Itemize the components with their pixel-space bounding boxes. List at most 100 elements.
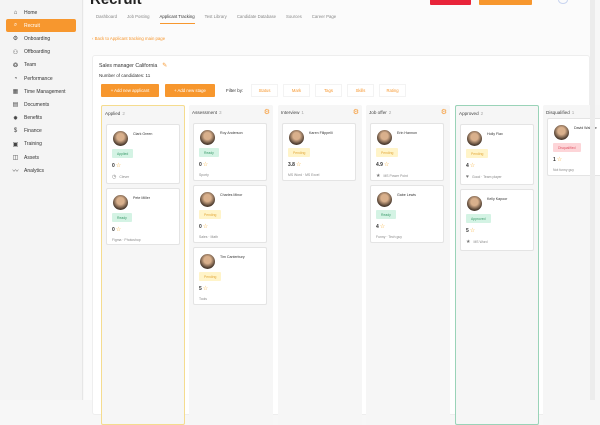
star-icon[interactable]: ☆ [470, 163, 475, 169]
rating: 4☆ [466, 162, 475, 169]
candidate-card[interactable]: Erin Hannon Pending 4.9☆ ★ MS Power Point [370, 123, 444, 181]
candidate-card[interactable]: Karen Filippelli Pending 3.8☆ MS Word · MS … [282, 123, 356, 181]
candidate-card[interactable]: Clark Green Applied 0☆ ◷ Clever [106, 124, 180, 184]
tab-job-posting[interactable]: Job Posting [127, 14, 149, 24]
tab-career-page[interactable]: Career Page [312, 14, 336, 24]
tags: MS Word · MS Excel [288, 173, 319, 177]
column-count: 3 [219, 110, 222, 115]
sidebar-item-onboarding[interactable]: ⚙ Onboarding [6, 32, 76, 45]
star-icon[interactable]: ☆ [116, 163, 121, 169]
candidate-card[interactable]: Pete Miller Ready 0☆ Figma · Photoshop [106, 188, 180, 245]
tab-applicant-tracking[interactable]: Applicant Tracking [159, 14, 195, 24]
avatar [200, 192, 215, 207]
tab-dashboard[interactable]: Dashboard [96, 14, 117, 24]
sidebar-item-time-management[interactable]: ▦ Time Management [6, 85, 76, 98]
finance-icon: $ [13, 128, 18, 135]
sidebar-item-label: Home [24, 9, 38, 16]
filter-mark[interactable]: Mark [283, 84, 310, 97]
sidebar-item-label: Benefits [24, 115, 43, 122]
sidebar-item-offboarding[interactable]: ⚇ Offboarding [6, 46, 76, 59]
column-approved: Approved 2 Holly Flax Pending 4☆ ♥ Good · Team… [455, 105, 539, 425]
column-count: 2 [388, 110, 392, 115]
sidebar-item-benefits[interactable]: ✸ Benefits [6, 112, 76, 125]
column-header: Job offer 2 [369, 110, 391, 115]
tags: Tools [199, 297, 207, 301]
rating: 0☆ [199, 223, 208, 230]
candidate-card[interactable]: Roy Anderson Ready 0☆ Sporty [193, 123, 267, 181]
analytics-icon: 〰 [12, 169, 19, 176]
column-header: Assessment 3 [192, 110, 222, 115]
filter-rating[interactable]: Rating [379, 84, 406, 97]
tabs: Dashboard Job Posting Applicant Tracking Te… [96, 14, 336, 24]
user-avatar[interactable] [558, 0, 568, 4]
tab-sources[interactable]: Sources [286, 14, 302, 24]
sidebar-item-training[interactable]: ▣ Training [6, 138, 76, 151]
star-icon[interactable]: ☆ [470, 228, 475, 234]
time-management-icon: ▦ [12, 89, 19, 96]
filter-tags[interactable]: Tags [315, 84, 342, 97]
star-icon[interactable]: ☆ [384, 162, 389, 168]
sidebar-item-label: Analytics [24, 167, 45, 174]
star-icon[interactable]: ☆ [203, 224, 208, 230]
orange-action-button[interactable] [479, 0, 532, 5]
sidebar-item-documents[interactable]: ▤ Documents [6, 98, 76, 111]
tags-text: Clever [119, 175, 130, 179]
rating-value: 4 [376, 224, 379, 230]
team-icon: ❂ [12, 62, 19, 69]
gear-icon[interactable]: ⚙ [264, 108, 270, 116]
star-icon[interactable]: ☆ [116, 227, 121, 233]
star-icon[interactable]: ☆ [296, 162, 301, 168]
rating-value: 0 [199, 224, 202, 230]
column-header: Interview 1 [281, 110, 304, 115]
sidebar-item-finance[interactable]: $ Finance [6, 125, 76, 138]
rating-value: 0 [112, 163, 115, 169]
add-stage-button[interactable]: + Add new stage [165, 84, 215, 97]
rating-value: 5 [199, 286, 202, 292]
gear-icon[interactable]: ⚙ [441, 108, 447, 116]
filter-status[interactable]: Status [251, 84, 278, 97]
sidebar-item-team[interactable]: ❂ Team [6, 59, 76, 72]
sidebar-item-recruit[interactable]: ⌕ Recruit [6, 19, 76, 33]
red-action-button[interactable] [430, 0, 471, 5]
filter-skills[interactable]: Skills [347, 84, 374, 97]
candidate-card[interactable]: Kelly Kapoor Approved 5☆ ★ MS Word [460, 189, 534, 251]
column-count: 2 [480, 111, 484, 116]
add-applicant-button[interactable]: + Add new applicant [101, 84, 159, 97]
filter-label: Filter by: [226, 88, 244, 93]
sidebar-item-label: Time Management [24, 88, 66, 95]
sidebar-item-performance[interactable]: ◔ Performance [6, 72, 76, 85]
star-icon[interactable]: ☆ [203, 286, 208, 292]
candidate-card[interactable]: Tim Canterbury Pending 5☆ Tools [193, 247, 267, 305]
tags: Not funny guy [553, 168, 574, 172]
rating: 5☆ [466, 227, 475, 234]
candidate-card[interactable]: Charles Minor Pending 0☆ Sales · Math [193, 185, 267, 243]
tab-candidate-database[interactable]: Candidate Database [237, 14, 276, 24]
training-icon: ▣ [12, 141, 19, 148]
sidebar-item-label: Training [24, 141, 42, 148]
tags-text: MS Power Point [383, 174, 408, 178]
star-icon[interactable]: ☆ [557, 157, 562, 163]
avatar [377, 130, 392, 145]
column-job-offer: Job offer 2 ⚙ Erin Hannon Pending 4.9☆ ★ MS Pow… [366, 105, 450, 425]
tab-test-library[interactable]: Test Library [205, 14, 227, 24]
offboarding-icon: ⚇ [12, 49, 19, 56]
status-badge: Pending [199, 210, 222, 219]
avatar [113, 195, 128, 210]
sidebar-item-assets[interactable]: ◫ Assets [6, 151, 76, 164]
star-icon[interactable]: ☆ [380, 224, 385, 230]
column-count: 2 [122, 111, 125, 116]
tags: ♥ Good · Team player [466, 174, 502, 180]
tags: ★ MS Word [466, 239, 488, 245]
sidebar: ⌂ Home ⌕ Recruit ⚙ Onboarding ⚇ Offboarding ❂ Tea… [0, 0, 83, 400]
candidate-card[interactable]: Holly Flax Pending 4☆ ♥ Good · Team player [460, 124, 534, 185]
scrollbar[interactable] [590, 0, 595, 400]
candidate-name: Charles Minor [220, 193, 243, 197]
back-link[interactable]: ‹ Back to Applicant tracking main page [92, 36, 165, 41]
gear-icon[interactable]: ⚙ [353, 108, 359, 116]
edit-icon[interactable]: ✎ [162, 63, 167, 69]
star-icon[interactable]: ☆ [203, 162, 208, 168]
sidebar-item-analytics[interactable]: 〰 Analytics [6, 164, 76, 177]
candidate-card[interactable]: Gabe Lewis Ready 4☆ Funny · Tech guy [370, 185, 444, 243]
sidebar-item-label: Performance [24, 75, 53, 82]
sidebar-item-home[interactable]: ⌂ Home [6, 6, 76, 19]
